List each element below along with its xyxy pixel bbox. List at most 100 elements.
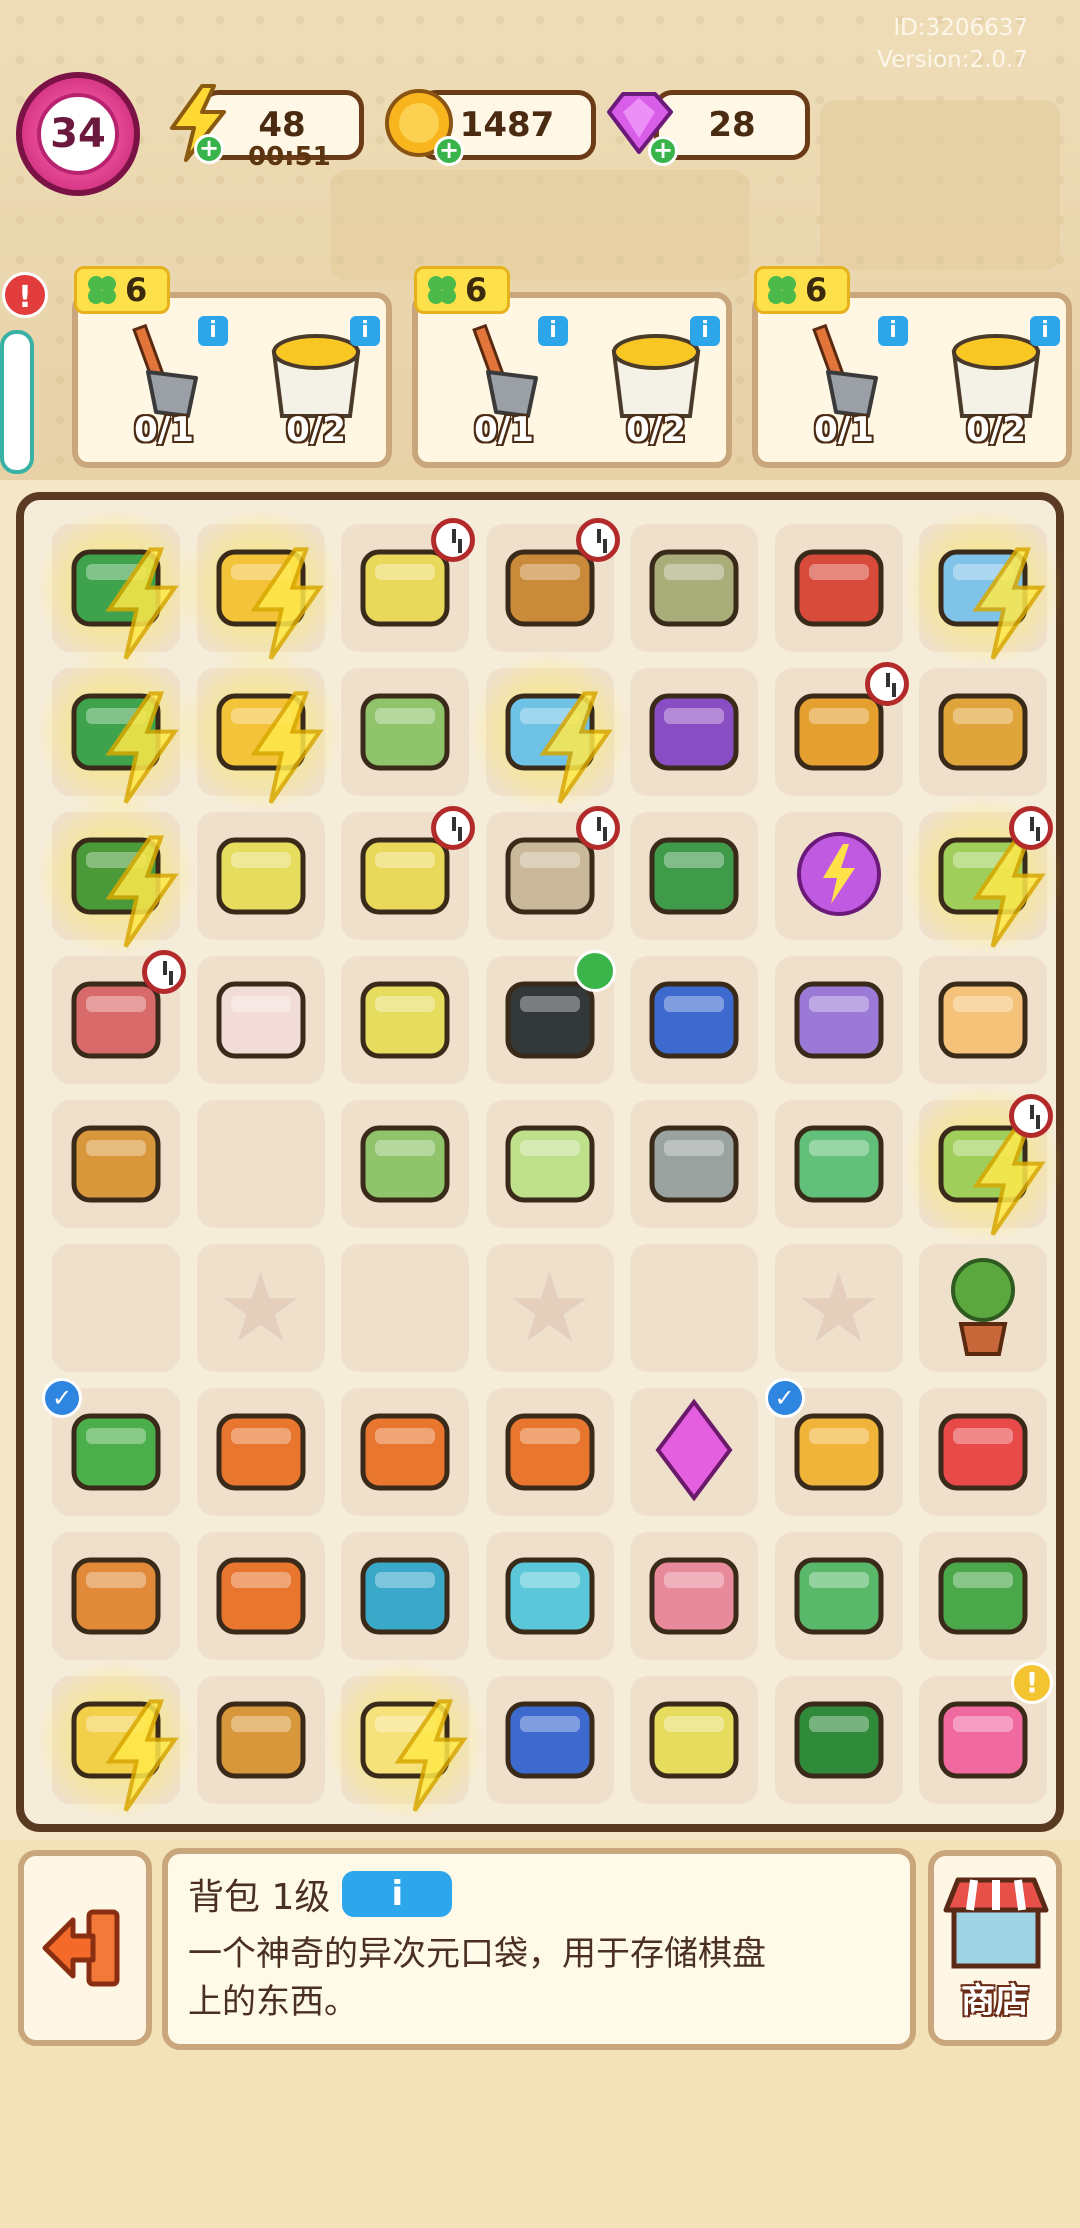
locked-cell[interactable]: [485, 1244, 614, 1372]
board-cell[interactable]: [196, 1676, 325, 1804]
board-cell[interactable]: [485, 1676, 614, 1804]
add-coins-button[interactable]: +: [434, 136, 464, 166]
board-cell[interactable]: [341, 1388, 469, 1516]
empty-cell[interactable]: [52, 1244, 180, 1372]
board-cell[interactable]: [774, 1100, 903, 1228]
board-cell[interactable]: [323, 1658, 487, 1822]
info-icon[interactable]: i: [538, 316, 568, 346]
energy-bolt-icon: [82, 688, 179, 804]
board-cell[interactable]: [630, 1532, 758, 1660]
notification-alert-icon[interactable]: !: [2, 272, 48, 318]
order-card[interactable]: i 0/1 i 0/2: [412, 292, 732, 468]
board-cell[interactable]: [196, 1388, 325, 1516]
board-cell[interactable]: [341, 806, 475, 940]
board-cell[interactable]: [485, 518, 620, 652]
board-cell[interactable]: [52, 1100, 180, 1228]
side-character[interactable]: [0, 330, 34, 474]
board-cell[interactable]: [52, 950, 186, 1084]
locked-cell[interactable]: [196, 1244, 325, 1372]
board-cell[interactable]: [901, 1082, 1065, 1246]
order-card[interactable]: i 0/1 i 0/2: [72, 292, 392, 468]
info-icon[interactable]: i: [198, 316, 228, 346]
board-cell[interactable]: [178, 650, 343, 814]
order-item[interactable]: i 0/1: [780, 316, 908, 456]
board-cell[interactable]: [485, 1100, 614, 1228]
merge-board: ✓ ✓!: [16, 492, 1065, 1832]
board-cell[interactable]: [774, 1532, 903, 1660]
board-cell[interactable]: [485, 1388, 614, 1516]
board-cell[interactable]: [919, 1388, 1047, 1516]
order-item[interactable]: i 0/2: [252, 316, 380, 456]
energy-bolt-icon: [949, 832, 1046, 948]
board-cell[interactable]: [196, 1532, 325, 1660]
energy-bolt-icon: [82, 832, 179, 948]
board-cell[interactable]: [467, 650, 632, 814]
order-item[interactable]: i 0/2: [932, 316, 1060, 456]
info-icon[interactable]: i: [1030, 316, 1060, 346]
board-cell[interactable]: [774, 524, 903, 652]
board-cell[interactable]: [630, 668, 758, 796]
board-cell[interactable]: [485, 1532, 614, 1660]
board-cell[interactable]: [901, 506, 1065, 670]
board-cell[interactable]: [341, 956, 469, 1084]
energy-bolt-icon: [516, 688, 613, 804]
empty-cell[interactable]: [630, 1244, 758, 1372]
order-item[interactable]: i 0/1: [440, 316, 568, 456]
order-item-count: 0/2: [966, 410, 1026, 450]
board-cell[interactable]: [919, 1244, 1047, 1372]
order-item[interactable]: i 0/1: [100, 316, 228, 456]
board-cell[interactable]: [485, 806, 620, 940]
board-cell[interactable]: [34, 794, 198, 958]
board-cell[interactable]: [774, 1676, 903, 1804]
order-card[interactable]: i 0/1 i 0/2: [752, 292, 1072, 468]
empty-cell[interactable]: [196, 1100, 325, 1228]
empty-cell[interactable]: [341, 1244, 469, 1372]
board-cell[interactable]: [774, 662, 909, 796]
order-item-count: 0/1: [474, 410, 534, 450]
board-cell[interactable]: [34, 650, 198, 814]
info-icon[interactable]: i: [878, 316, 908, 346]
board-cell[interactable]: [630, 812, 758, 940]
locked-cell[interactable]: [774, 1244, 903, 1372]
board-cell[interactable]: [196, 812, 325, 940]
board-cell[interactable]: [341, 518, 475, 652]
order-item-count: 0/1: [814, 410, 874, 450]
basket-icon: [634, 1678, 754, 1802]
board-cell[interactable]: [901, 794, 1065, 958]
board-cell[interactable]: !: [919, 1662, 1053, 1804]
board-cell[interactable]: [196, 956, 325, 1084]
board-cell[interactable]: [34, 506, 198, 670]
board-cell[interactable]: [52, 1532, 180, 1660]
board-cell[interactable]: [485, 950, 616, 1084]
timer-icon: [142, 950, 186, 994]
board-cell[interactable]: [774, 956, 903, 1084]
board-cell[interactable]: [341, 1100, 469, 1228]
board-cell[interactable]: [630, 1100, 758, 1228]
info-icon[interactable]: i: [690, 316, 720, 346]
board-cell[interactable]: ✓: [764, 1378, 903, 1516]
level-badge[interactable]: 34: [16, 72, 140, 196]
info-icon[interactable]: i: [350, 316, 380, 346]
order-item[interactable]: i 0/2: [592, 316, 720, 456]
board-cell[interactable]: [341, 1532, 469, 1660]
board-cell[interactable]: [341, 668, 469, 796]
board-cell[interactable]: [34, 1658, 198, 1822]
coin-value: 1487: [459, 105, 555, 145]
add-gems-button[interactable]: +: [648, 136, 678, 166]
exit-button[interactable]: [18, 1850, 152, 2046]
add-energy-button[interactable]: +: [194, 134, 224, 164]
shop-button[interactable]: 商店: [928, 1850, 1062, 2046]
board-cell[interactable]: ✓: [42, 1378, 180, 1516]
board-cell[interactable]: [774, 812, 903, 940]
board-cell[interactable]: [630, 956, 758, 1084]
board-cell[interactable]: [919, 668, 1047, 796]
board-cell[interactable]: [919, 956, 1047, 1084]
board-cell[interactable]: [630, 1388, 758, 1516]
board-cell[interactable]: [630, 1676, 758, 1804]
board-cell[interactable]: [178, 506, 343, 670]
item-info-button[interactable]: i: [342, 1871, 453, 1917]
board-cell[interactable]: [919, 1532, 1047, 1660]
timer-icon: [431, 518, 475, 562]
pickaxe-icon: [201, 1534, 321, 1658]
board-cell[interactable]: [630, 524, 758, 652]
